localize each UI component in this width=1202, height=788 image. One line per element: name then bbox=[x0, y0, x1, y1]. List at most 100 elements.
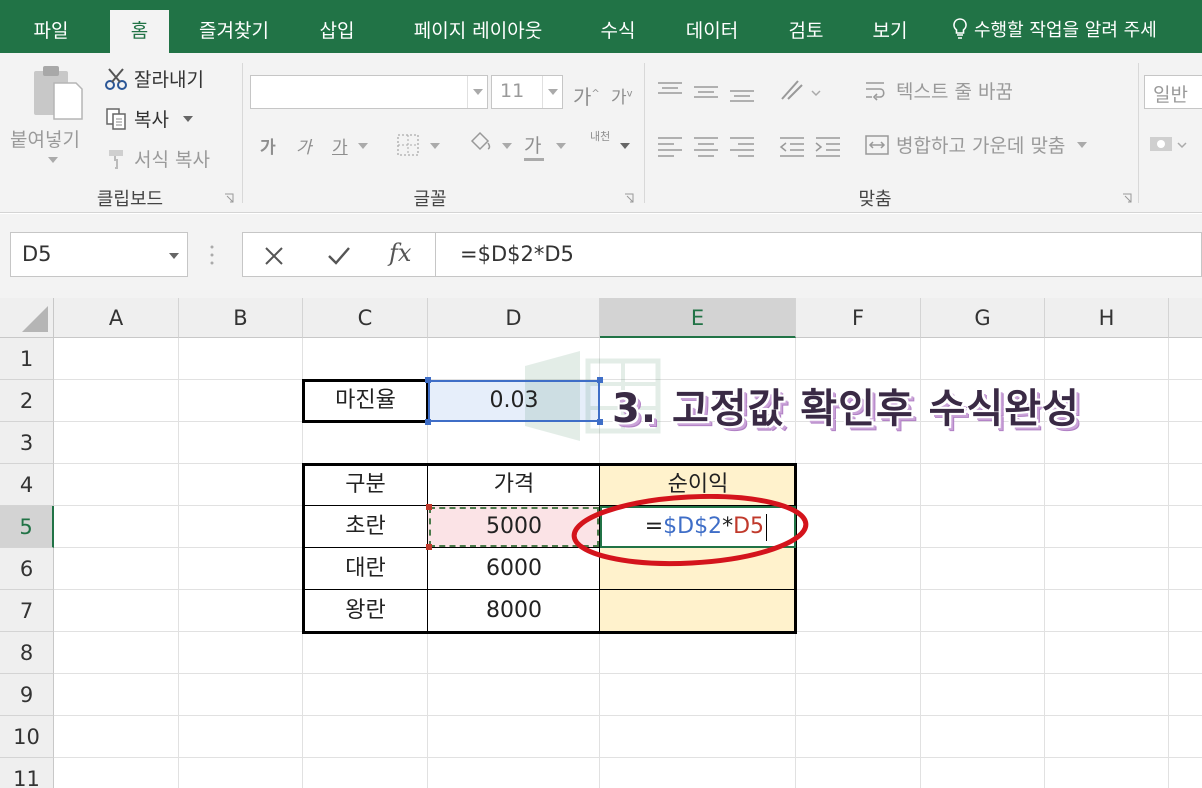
cell-c6[interactable]: 대란 bbox=[303, 548, 428, 590]
cell-c5[interactable]: 초란 bbox=[303, 506, 428, 548]
row-header-8[interactable]: 8 bbox=[0, 632, 54, 674]
font-size-value: 11 bbox=[500, 80, 525, 102]
column-header-h[interactable]: H bbox=[1045, 298, 1169, 338]
table-border bbox=[302, 463, 797, 466]
column-header-b[interactable]: B bbox=[179, 298, 303, 338]
currency-format-icon[interactable] bbox=[1148, 131, 1188, 159]
tab-home[interactable]: 홈 bbox=[110, 10, 169, 53]
name-box-dropdown-icon[interactable] bbox=[169, 253, 179, 259]
font-size-combo[interactable]: 11 bbox=[491, 75, 563, 109]
column-header-a[interactable]: A bbox=[54, 298, 179, 338]
row-header-4[interactable]: 4 bbox=[0, 464, 54, 506]
increase-font-button[interactable]: 가^ bbox=[573, 81, 600, 110]
bold-button[interactable]: 가 bbox=[260, 133, 276, 158]
tell-me-search[interactable]: 수행할 작업을 알려 주세 bbox=[952, 12, 1157, 50]
decrease-font-button[interactable]: 가v bbox=[611, 83, 633, 108]
ref-handle[interactable] bbox=[425, 377, 431, 383]
wrap-text-button[interactable]: 텍스트 줄 바꿈 bbox=[864, 77, 1013, 104]
tab-formulas[interactable]: 수식 bbox=[586, 12, 650, 53]
orientation-icon[interactable] bbox=[778, 77, 822, 105]
ref-handle[interactable] bbox=[597, 377, 603, 383]
font-color-label: 가 bbox=[524, 135, 542, 157]
row-header-7[interactable]: 7 bbox=[0, 590, 54, 632]
number-format-combo[interactable]: 일반 bbox=[1144, 75, 1202, 109]
formula-input[interactable]: =$D$2*D5 bbox=[435, 232, 1202, 277]
tab-review[interactable]: 검토 bbox=[774, 12, 838, 53]
font-color-button[interactable]: 가 bbox=[524, 131, 544, 161]
column-header-e[interactable]: E bbox=[600, 298, 796, 338]
tab-data[interactable]: 데이터 bbox=[670, 12, 754, 53]
row-header-3[interactable]: 3 bbox=[0, 422, 54, 464]
tab-page-layout[interactable]: 페이지 레이아웃 bbox=[390, 12, 566, 53]
ref-handle[interactable] bbox=[597, 419, 603, 425]
scissors-icon bbox=[105, 67, 127, 90]
enter-check-icon[interactable] bbox=[327, 245, 351, 267]
font-size-dropdown[interactable] bbox=[542, 76, 562, 108]
dialog-launcher-icon[interactable] bbox=[624, 193, 634, 203]
format-painter-button[interactable]: 서식 복사 bbox=[104, 145, 210, 172]
alignment-group-label: 맞춤 bbox=[858, 189, 892, 210]
underline-button[interactable]: 가 bbox=[332, 133, 348, 158]
border-dropdown-icon[interactable] bbox=[430, 143, 440, 149]
tab-favorites[interactable]: 즐겨찾기 bbox=[182, 12, 286, 53]
ref-handle[interactable] bbox=[425, 419, 431, 425]
ref-handle[interactable] bbox=[426, 504, 432, 510]
cell-d7[interactable]: 8000 bbox=[428, 590, 600, 632]
name-box[interactable]: D5 bbox=[10, 232, 188, 277]
group-separator bbox=[242, 63, 243, 203]
indent-icons[interactable] bbox=[778, 133, 844, 159]
italic-button[interactable]: 가 bbox=[296, 133, 312, 158]
copy-button[interactable]: 복사 bbox=[104, 105, 193, 132]
insert-function-icon[interactable]: fx bbox=[389, 239, 411, 267]
column-header-d[interactable]: D bbox=[428, 298, 600, 338]
font-color-dropdown-icon[interactable] bbox=[556, 143, 566, 149]
dialog-launcher-icon[interactable] bbox=[224, 193, 234, 203]
row-header-9[interactable]: 9 bbox=[0, 674, 54, 716]
merge-center-button[interactable]: 병합하고 가운데 맞춤 bbox=[864, 131, 1088, 158]
paste-button[interactable]: 붙여넣기 bbox=[8, 63, 98, 183]
format-painter-icon bbox=[109, 149, 123, 169]
phonetic-dropdown-icon[interactable] bbox=[620, 143, 630, 149]
row-header-6[interactable]: 6 bbox=[0, 548, 54, 590]
column-header-g[interactable]: G bbox=[921, 298, 1045, 338]
cut-label: 잘라내기 bbox=[134, 69, 204, 91]
table-border bbox=[302, 379, 305, 423]
merge-dropdown-icon bbox=[1077, 141, 1088, 148]
row-header-5[interactable]: 5 bbox=[0, 506, 54, 548]
underline-dropdown-icon[interactable] bbox=[358, 143, 368, 149]
dialog-launcher-icon[interactable] bbox=[1122, 193, 1132, 203]
font-group-label: 글꼴 bbox=[413, 189, 447, 210]
row-header-10[interactable]: 10 bbox=[0, 716, 54, 758]
resize-handle-icon[interactable] bbox=[208, 244, 216, 266]
row-header-2[interactable]: 2 bbox=[0, 380, 54, 422]
horizontal-align-icons[interactable] bbox=[656, 133, 756, 159]
font-name-dropdown[interactable] bbox=[467, 76, 487, 108]
gridline bbox=[54, 673, 1202, 674]
tab-view[interactable]: 보기 bbox=[858, 12, 922, 53]
column-header-partial[interactable] bbox=[1169, 298, 1202, 338]
cancel-icon[interactable] bbox=[263, 245, 285, 267]
tab-insert[interactable]: 삽입 bbox=[306, 12, 368, 53]
cell-c4[interactable]: 구분 bbox=[303, 464, 428, 506]
column-header-f[interactable]: F bbox=[796, 298, 921, 338]
ribbon: 붙여넣기 잘라내기 복사 서식 복사 클립보드 11 가^ 가v 가 가 가 가… bbox=[0, 53, 1202, 213]
row-header-1[interactable]: 1 bbox=[0, 338, 54, 380]
tab-file[interactable]: 파일 bbox=[18, 12, 84, 53]
column-header-c[interactable]: C bbox=[303, 298, 428, 338]
font-name-combo[interactable] bbox=[250, 75, 488, 109]
fill-color-dropdown-icon[interactable] bbox=[502, 143, 512, 149]
cell-c2[interactable]: 마진율 bbox=[303, 380, 428, 422]
vertical-align-icons[interactable] bbox=[656, 79, 756, 105]
border-icon[interactable] bbox=[396, 133, 422, 157]
copy-icon bbox=[106, 107, 126, 130]
ref-handle[interactable] bbox=[426, 544, 432, 550]
formula-bar: D5 fx =$D$2*D5 bbox=[0, 214, 1202, 298]
fill-color-icon[interactable] bbox=[466, 131, 494, 157]
merge-center-icon bbox=[865, 134, 889, 155]
cell-c7[interactable]: 왕란 bbox=[303, 590, 428, 632]
row-header-11[interactable]: 11 bbox=[0, 758, 54, 788]
select-all-corner[interactable] bbox=[0, 298, 54, 338]
spreadsheet-grid[interactable]: A B C D E F G H 1 2 3 4 5 6 7 8 9 10 11 … bbox=[0, 298, 1202, 788]
cut-button[interactable]: 잘라내기 bbox=[104, 65, 204, 92]
phonetic-button[interactable]: 내천 bbox=[590, 131, 614, 143]
